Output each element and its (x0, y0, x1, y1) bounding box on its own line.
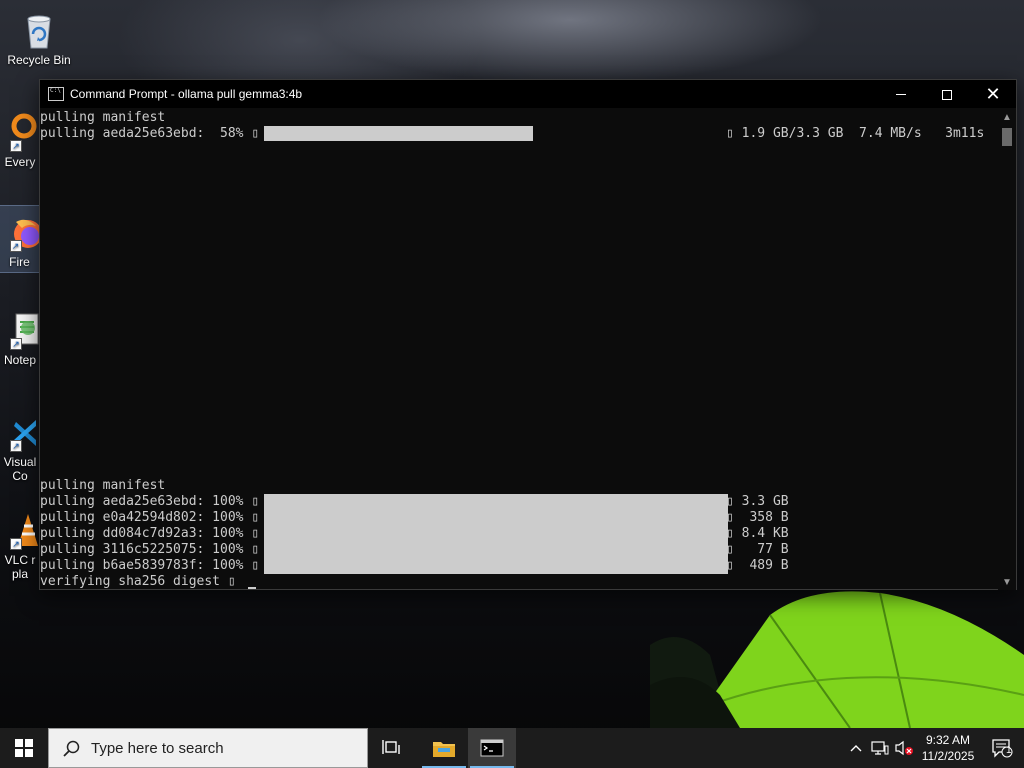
cmd-window[interactable]: Command Prompt - ollama pull gemma3:4b ✕… (39, 79, 1017, 590)
volume-button[interactable] (892, 728, 916, 768)
console-line: pulling aeda25e63ebd: 58% ▯ (40, 126, 260, 141)
desktop-icon-vscode[interactable]: ↗ Visual Co (0, 406, 40, 483)
chevron-up-icon (850, 745, 862, 752)
task-view-icon (382, 740, 400, 754)
layer-size: ▯ 77 B (726, 542, 789, 557)
progress-status: ▯ 1.9 GB/3.3 GB 7.4 MB/s 3m11s (726, 126, 985, 141)
volume-muted-icon (895, 740, 913, 756)
task-view-button[interactable] (368, 728, 416, 768)
show-hidden-icons-button[interactable] (844, 728, 868, 768)
clock-time: 9:32 AM (925, 733, 971, 747)
layer-size: ▯ 8.4 KB (726, 526, 789, 541)
file-explorer-icon (433, 742, 455, 757)
network-icon (871, 741, 889, 755)
desktop-icon-label: Every (4, 155, 36, 169)
start-button[interactable] (0, 728, 48, 768)
search-placeholder: Type here to search (91, 739, 224, 757)
console-line: pulling manifest (40, 110, 166, 125)
cmd-titlebar[interactable]: Command Prompt - ollama pull gemma3:4b ✕ (40, 80, 1016, 109)
command-prompt-taskbar-button[interactable] (468, 728, 516, 768)
scrollbar-thumb[interactable] (1002, 128, 1012, 146)
console-line: verifying sha256 digest ▯ (40, 574, 236, 589)
layer-size: ▯ 489 B (726, 558, 789, 573)
minimize-icon (896, 94, 906, 95)
clock-date: 11/2/2025 (921, 749, 975, 763)
layer-size: ▯ 3.3 GB (726, 494, 789, 509)
console-line: pulling dd084c7d92a3: 100% ▯ (40, 526, 260, 541)
console-output[interactable]: pulling manifest pulling aeda25e63ebd: 5… (40, 110, 998, 590)
cmd-app-icon (48, 87, 64, 101)
vscode-icon: ↗ (0, 412, 40, 452)
maximize-icon (942, 89, 952, 100)
window-title: Command Prompt - ollama pull gemma3:4b (70, 87, 303, 101)
network-button[interactable] (868, 728, 892, 768)
console-line: pulling aeda25e63ebd: 100% ▯ (40, 494, 260, 509)
notepad-icon: ↗ (0, 310, 40, 350)
maximize-button[interactable] (924, 80, 970, 109)
search-icon (63, 740, 80, 757)
wallpaper-tent (650, 585, 1024, 729)
shortcut-arrow-icon: ↗ (9, 240, 22, 252)
close-icon: ✕ (985, 83, 1001, 105)
console-line: pulling b6ae5839783f: 100% ▯ (40, 558, 260, 573)
taskbar-clock[interactable]: 9:32 AM 11/2/2025 (916, 732, 980, 764)
recycle-bin-icon (19, 10, 59, 50)
scroll-up-arrow-icon[interactable]: ▲ (998, 112, 1016, 123)
close-button[interactable]: ✕ (970, 80, 1016, 109)
vlc-icon: ↗ (0, 510, 40, 550)
minimize-button[interactable] (878, 80, 924, 109)
scroll-down-arrow-icon[interactable]: ▼ (998, 577, 1016, 588)
notification-count: 1 (1006, 745, 1012, 756)
desktop-icon-label: Visual Co (3, 455, 37, 483)
taskbar-search-box[interactable]: Type here to search (48, 728, 368, 768)
shortcut-arrow-icon: ↗ (10, 140, 22, 152)
desktop-icon-label: VLC r pla (4, 553, 36, 581)
console-line: pulling manifest (40, 478, 166, 493)
shortcut-arrow-icon: ↗ (10, 538, 22, 550)
desktop-icon-firefox[interactable]: ↗ Fire (0, 205, 42, 273)
desktop-icon-vlc[interactable]: ↗ VLC r pla (0, 504, 40, 581)
everything-icon: ↗ (0, 112, 40, 152)
layer-size: ▯ 358 B (726, 510, 789, 525)
progress-bar-complete-block (264, 494, 728, 574)
command-prompt-icon (480, 739, 504, 757)
console-line: pulling 3116c5225075: 100% ▯ (40, 542, 260, 557)
desktop-icon-notepad[interactable]: ↗ Notep (0, 304, 40, 367)
desktop-icon-everything[interactable]: ↗ Every (0, 106, 40, 169)
system-tray: 9:32 AM 11/2/2025 1 (844, 728, 1024, 768)
action-center-button[interactable]: 1 (980, 728, 1024, 768)
shortcut-arrow-icon: ↗ (10, 440, 22, 452)
file-explorer-button[interactable] (420, 728, 468, 768)
console-line: pulling e0a42594d802: 100% ▯ (40, 510, 260, 525)
desktop-icon-label: Recycle Bin (7, 53, 71, 67)
desktop-icon-recycle-bin[interactable]: Recycle Bin (0, 4, 78, 67)
desktop-icon-label: Notep (3, 353, 37, 367)
firefox-icon: ↗ (0, 212, 42, 252)
desktop-icon-label: Fire (9, 255, 30, 269)
vertical-scrollbar[interactable]: ▲ ▼ (998, 110, 1016, 590)
text-cursor (248, 587, 256, 589)
windows-logo-icon (15, 739, 33, 757)
taskbar: Type here to search 9:32 AM 11/2/2025 1 (0, 728, 1024, 768)
shortcut-arrow-icon: ↗ (10, 338, 22, 350)
progress-bar-fill (264, 126, 533, 141)
